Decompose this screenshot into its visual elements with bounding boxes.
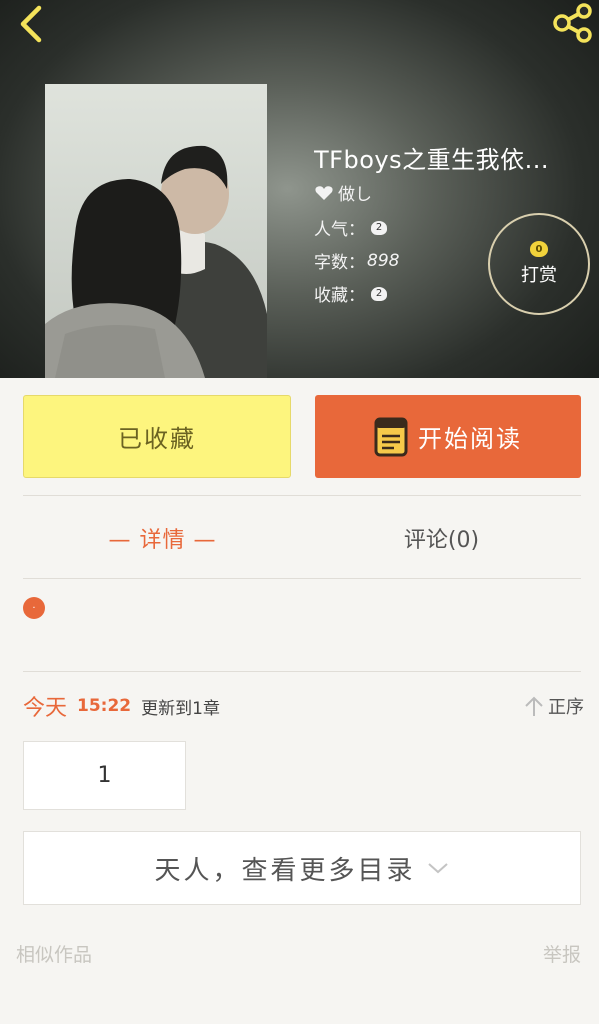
update-text: 更新到1章 — [141, 698, 220, 719]
word-count-label: 字数： — [314, 253, 365, 273]
collections-row: 收藏： 2 — [314, 281, 387, 306]
collections-value: 2 — [371, 286, 387, 301]
chevron-left-icon — [20, 5, 42, 43]
tab-comments[interactable]: 评论(0) — [302, 497, 581, 578]
update-time: 15:22 — [77, 696, 132, 716]
tip-label: 打赏 — [521, 265, 557, 286]
chapter-label: 1 — [97, 763, 112, 788]
update-info: 今天 15:22 更新到1章 — [23, 690, 220, 722]
popularity-value: 2 — [371, 220, 387, 235]
word-count-row: 字数： 898 — [314, 248, 400, 274]
start-reading-label: 开始阅读 — [418, 425, 522, 453]
similar-works-heading: 相似作品 — [16, 944, 93, 966]
cover-couple-illustration — [45, 145, 267, 378]
more-catalog-button[interactable]: 天人，查看更多目录 — [23, 831, 581, 905]
book-icon — [374, 417, 408, 456]
divider — [23, 495, 581, 496]
back-button[interactable] — [8, 2, 52, 46]
collected-label: 已收藏 — [118, 425, 196, 453]
author-name: 做し — [338, 185, 372, 205]
book-header: TFboys之重生我依... 做し 人气： 2 字数： 898 收藏： 2 0 … — [0, 0, 599, 378]
more-catalog-label: 天人，查看更多目录 — [154, 855, 416, 886]
popularity-label: 人气： — [314, 220, 365, 240]
divider — [23, 671, 581, 672]
coin-icon: 0 — [530, 241, 548, 257]
report-link[interactable]: 举报 — [543, 940, 581, 967]
collections-label: 收藏： — [314, 286, 365, 306]
summary-badge: · — [23, 597, 45, 619]
tab-comments-label: 评论(0) — [403, 527, 480, 553]
book-cover[interactable] — [45, 84, 267, 378]
update-day: 今天 — [23, 696, 68, 721]
tab-detail-label: — 详情 — — [108, 527, 217, 553]
share-icon — [553, 3, 592, 43]
book-title: TFboys之重生我依... — [314, 146, 549, 174]
collected-button[interactable]: 已收藏 — [23, 395, 291, 478]
chapter-item[interactable]: 1 — [23, 741, 186, 810]
tip-button[interactable]: 0 打赏 — [488, 213, 590, 315]
arrow-up-icon — [525, 696, 543, 716]
share-button[interactable] — [548, 0, 598, 46]
heart-icon — [315, 185, 333, 200]
chevron-down-icon — [427, 863, 448, 874]
divider — [23, 578, 581, 579]
start-reading-button[interactable]: 开始阅读 — [315, 395, 581, 478]
sort-order-button[interactable]: 正序 — [512, 690, 584, 722]
popularity-row: 人气： 2 — [314, 215, 387, 240]
sort-order-label: 正序 — [548, 697, 584, 718]
word-count-value: 898 — [367, 250, 400, 271]
author-row[interactable]: 做し — [314, 180, 372, 205]
tab-detail[interactable]: — 详情 — — [23, 497, 302, 578]
